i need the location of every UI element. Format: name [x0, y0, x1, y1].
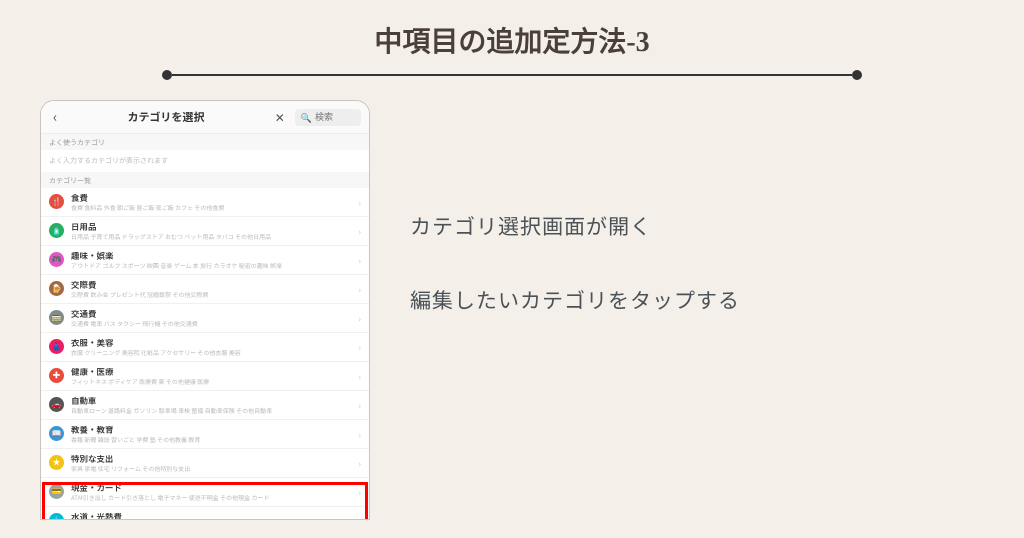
title-divider [162, 70, 862, 80]
category-icon: 🧴 [49, 223, 64, 238]
back-icon[interactable]: ‹ [49, 107, 61, 127]
category-text: 現金・カードATM引き出し カード引き落とし 電子マネー 使途不明金 その他現金… [71, 483, 351, 502]
category-name: 現金・カード [71, 483, 351, 493]
divider-dot-left [162, 70, 172, 80]
category-name: 自動車 [71, 396, 351, 406]
category-name: 食費 [71, 193, 351, 203]
category-row[interactable]: 🍺 交際費交際費 飲み会 プレゼント代 冠婚葬祭 その他交際費 › [41, 275, 369, 304]
chevron-right-icon: › [358, 283, 361, 296]
divider-line [172, 74, 852, 76]
search-icon: 🔍 [301, 111, 312, 124]
category-icon: ✚ [49, 368, 64, 383]
category-text: 衣服・美容衣服 クリーニング 美容院 化粧品 アクセサリー その他衣服 美容 [71, 338, 351, 357]
category-row[interactable]: ✚ 健康・医療フィットネス ボディケア 医療費 薬 その他健康 医療 › [41, 362, 369, 391]
category-row[interactable]: 📖 教養・教育書籍 新聞 雑誌 習いごと 学費 塾 その他教養 教育 › [41, 420, 369, 449]
chevron-right-icon: › [358, 370, 361, 383]
category-text: 教養・教育書籍 新聞 雑誌 習いごと 学費 塾 その他教養 教育 [71, 425, 351, 444]
instructions: カテゴリ選択画面が開く 編集したいカテゴリをタップする [410, 100, 740, 520]
chevron-right-icon: › [358, 428, 361, 441]
instruction-line-1: カテゴリ選択画面が開く [410, 210, 740, 244]
category-text: 交通費交通費 電車 バス タクシー 飛行機 その他交通費 [71, 309, 351, 328]
category-text: 健康・医療フィットネス ボディケア 医療費 薬 その他健康 医療 [71, 367, 351, 386]
category-name: 教養・教育 [71, 425, 351, 435]
category-name: 水道・光熱費 [71, 512, 351, 520]
phone-screenshot: ‹ カテゴリを選択 ✕ 🔍 よく使うカテゴリ よく入力するカテゴリが表示されます… [40, 100, 370, 520]
phone-header: ‹ カテゴリを選択 ✕ 🔍 [41, 101, 369, 134]
chevron-right-icon: › [358, 254, 361, 267]
category-icon: 📖 [49, 426, 64, 441]
chevron-right-icon: › [358, 341, 361, 354]
category-list: 🍴 食費食費 食料品 外食 朝ご飯 昼ご飯 夜ご飯 カフェ その他食費 › 🧴 日用品日… [41, 188, 369, 520]
category-text: 趣味・娯楽アウトドア ゴルフ スポーツ 映画 音楽 ゲーム 本 旅行 カラオケ … [71, 251, 351, 270]
category-row[interactable]: ★ 特別な支出家具 家電 住宅 リフォーム その他特別な支出 › [41, 449, 369, 478]
category-icon: 👗 [49, 339, 64, 354]
category-icon: 🚃 [49, 310, 64, 325]
divider-dot-right [852, 70, 862, 80]
category-sub: フィットネス ボディケア 医療費 薬 その他健康 医療 [71, 378, 351, 386]
category-row[interactable]: 🍴 食費食費 食料品 外食 朝ご飯 昼ご飯 夜ご飯 カフェ その他食費 › [41, 188, 369, 217]
category-row[interactable]: 🚃 交通費交通費 電車 バス タクシー 飛行機 その他交通費 › [41, 304, 369, 333]
category-sub: アウトドア ゴルフ スポーツ 映画 音楽 ゲーム 本 旅行 カラオケ 秘密の趣味… [71, 262, 351, 270]
category-name: 衣服・美容 [71, 338, 351, 348]
category-icon: 🍴 [49, 194, 64, 209]
category-text: 交際費交際費 飲み会 プレゼント代 冠婚葬祭 その他交際費 [71, 280, 351, 299]
chevron-right-icon: › [358, 312, 361, 325]
category-icon: 💳 [49, 484, 64, 499]
category-sub: 衣服 クリーニング 美容院 化粧品 アクセサリー その他衣服 美容 [71, 349, 351, 357]
category-name: 交通費 [71, 309, 351, 319]
category-sub: 食費 食料品 外食 朝ご飯 昼ご飯 夜ご飯 カフェ その他食費 [71, 204, 351, 212]
category-icon: 💧 [49, 513, 64, 520]
category-sub: 自動車ローン 道路料金 ガソリン 駐車場 車検 整備 自動車保険 その他自動車 [71, 407, 351, 415]
category-sub: 交際費 飲み会 プレゼント代 冠婚葬祭 その他交際費 [71, 291, 351, 299]
category-row[interactable]: 🎮 趣味・娯楽アウトドア ゴルフ スポーツ 映画 音楽 ゲーム 本 旅行 カラオケ… [41, 246, 369, 275]
category-text: 自動車自動車ローン 道路料金 ガソリン 駐車場 車検 整備 自動車保険 その他自… [71, 396, 351, 415]
category-text: 水道・光熱費光熱費 電気代 ガス 灯油代 水道代 その他水道 光熱費 [71, 512, 351, 520]
category-icon: ★ [49, 455, 64, 470]
search-box[interactable]: 🔍 [295, 109, 361, 126]
category-icon: 🎮 [49, 252, 64, 267]
close-icon[interactable]: ✕ [271, 109, 289, 126]
category-text: 日用品日用品 子育て用品 ドラッグストア おむつ ペット用品 タバコ その他日用… [71, 222, 351, 241]
category-row[interactable]: 💳 現金・カードATM引き出し カード引き落とし 電子マネー 使途不明金 その他現… [41, 478, 369, 507]
category-name: 趣味・娯楽 [71, 251, 351, 261]
chevron-right-icon: › [358, 399, 361, 412]
category-row[interactable]: 🧴 日用品日用品 子育て用品 ドラッグストア おむつ ペット用品 タバコ その他日… [41, 217, 369, 246]
category-icon: 🍺 [49, 281, 64, 296]
content-area: ‹ カテゴリを選択 ✕ 🔍 よく使うカテゴリ よく入力するカテゴリが表示されます… [0, 80, 1024, 520]
category-text: 特別な支出家具 家電 住宅 リフォーム その他特別な支出 [71, 454, 351, 473]
chevron-right-icon: › [358, 225, 361, 238]
category-sub: 家具 家電 住宅 リフォーム その他特別な支出 [71, 465, 351, 473]
section-frequent-label: よく使うカテゴリ [41, 134, 369, 150]
chevron-right-icon: › [358, 457, 361, 470]
category-sub: 日用品 子育て用品 ドラッグストア おむつ ペット用品 タバコ その他日用品 [71, 233, 351, 241]
chevron-right-icon: › [358, 515, 361, 520]
category-sub: 書籍 新聞 雑誌 習いごと 学費 塾 その他教養 教育 [71, 436, 351, 444]
category-name: 健康・医療 [71, 367, 351, 377]
frequent-hint: よく入力するカテゴリが表示されます [41, 150, 369, 172]
category-name: 日用品 [71, 222, 351, 232]
category-row[interactable]: 🚗 自動車自動車ローン 道路料金 ガソリン 駐車場 車検 整備 自動車保険 その他… [41, 391, 369, 420]
category-text: 食費食費 食料品 外食 朝ご飯 昼ご飯 夜ご飯 カフェ その他食費 [71, 193, 351, 212]
instruction-line-2: 編集したいカテゴリをタップする [410, 284, 740, 318]
page-title: 中項目の追加定方法-3 [0, 0, 1024, 60]
section-list-label: カテゴリ一覧 [41, 172, 369, 188]
category-icon: 🚗 [49, 397, 64, 412]
search-input[interactable] [315, 112, 355, 122]
category-name: 交際費 [71, 280, 351, 290]
category-sub: 交通費 電車 バス タクシー 飛行機 その他交通費 [71, 320, 351, 328]
chevron-right-icon: › [358, 196, 361, 209]
category-name: 特別な支出 [71, 454, 351, 464]
chevron-right-icon: › [358, 486, 361, 499]
category-sub: ATM引き出し カード引き落とし 電子マネー 使途不明金 その他現金 カード [71, 494, 351, 502]
category-row[interactable]: 👗 衣服・美容衣服 クリーニング 美容院 化粧品 アクセサリー その他衣服 美容 › [41, 333, 369, 362]
category-row[interactable]: 💧 水道・光熱費光熱費 電気代 ガス 灯油代 水道代 その他水道 光熱費 › [41, 507, 369, 520]
screen-title: カテゴリを選択 [67, 109, 264, 125]
